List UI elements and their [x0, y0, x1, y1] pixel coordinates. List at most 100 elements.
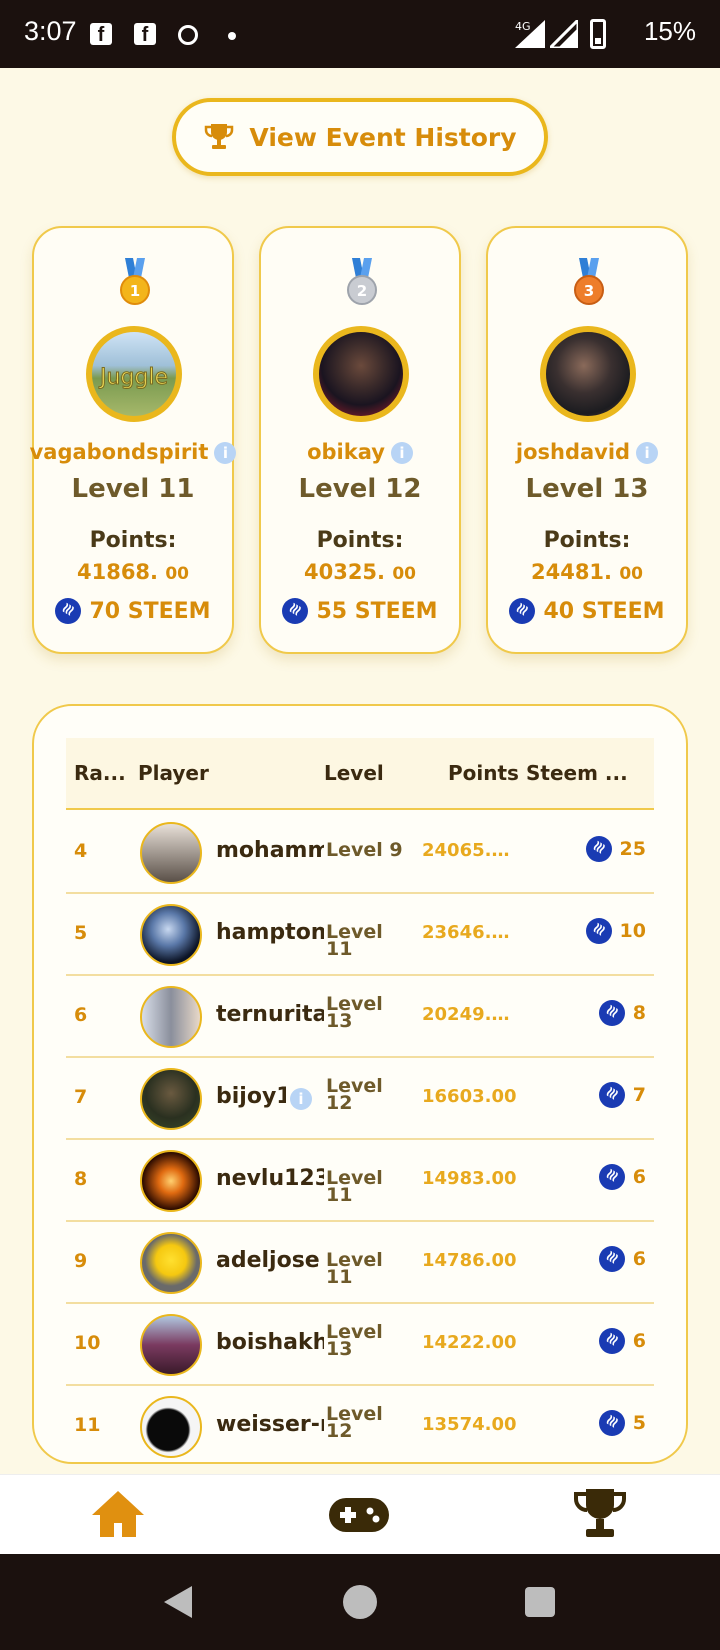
gamepad-icon[interactable]	[328, 1497, 390, 1533]
player-name[interactable]: joshdavid	[516, 440, 630, 464]
podium-card-first[interactable]: 1 Juggle vagabondspirit i Level 11 Points…	[30, 226, 237, 654]
player-name[interactable]: ternuritaj	[216, 1002, 324, 1027]
avatar[interactable]	[140, 1068, 202, 1130]
podium-player-name[interactable]: obikay i	[251, 440, 469, 464]
podium-level: Level 12	[298, 474, 422, 504]
steem-reward: 6	[598, 1246, 646, 1272]
avatar-juggle-image: Juggle	[97, 365, 168, 391]
player-name[interactable]: obikay	[307, 440, 385, 464]
steem-icon	[598, 1082, 625, 1108]
level: Level 12	[326, 1075, 383, 1114]
podium-steem-reward: 70 STEEM	[34, 598, 232, 624]
header-points[interactable]: Points	[448, 761, 519, 785]
avatar[interactable]: Juggle	[86, 326, 182, 422]
table-row[interactable]: 11 weisser-r Level 12 13574.00 5	[66, 1386, 654, 1462]
points-value: 40325.	[303, 560, 386, 584]
avatar[interactable]	[140, 904, 202, 966]
bottom-navigation	[0, 1474, 720, 1554]
avatar[interactable]	[140, 822, 202, 884]
points: 23646.…	[422, 922, 510, 943]
player-name[interactable]: weisser-r	[216, 1412, 324, 1437]
trophy-icon	[205, 124, 234, 149]
podium-points: 40325. 00	[261, 560, 459, 584]
points: 14983.00	[422, 1168, 517, 1189]
points-label: Points:	[316, 528, 404, 553]
trophy-icon[interactable]	[572, 1487, 628, 1541]
level: Level 9	[326, 839, 403, 861]
battery-percent: 15%	[643, 16, 696, 46]
signal-4g-icon: 4G	[515, 20, 545, 48]
battery-icon	[590, 19, 606, 49]
steem-icon	[598, 1410, 625, 1436]
table-row[interactable]: 10 boishakhi Level 13 14222.00 6	[66, 1304, 654, 1386]
player-name[interactable]: hamptonc	[216, 920, 324, 945]
header-level[interactable]: Level	[324, 761, 384, 785]
points: 20249.…	[422, 1004, 510, 1025]
avatar[interactable]	[140, 1396, 202, 1458]
rank: 5	[74, 922, 88, 944]
steem-amount: 5	[632, 1412, 646, 1434]
podium-player-name[interactable]: joshdavid i	[478, 440, 696, 464]
player-name[interactable]: boishakhi	[216, 1330, 324, 1355]
clock: 3:07	[24, 16, 77, 46]
level: Level 12	[326, 1403, 383, 1442]
info-icon[interactable]: i	[636, 442, 659, 464]
points-label: Points:	[89, 528, 177, 553]
points-decimals: 00	[392, 564, 417, 584]
table-row[interactable]: 8 nevlu123 Level 11 14983.00 6	[66, 1140, 654, 1222]
rank: 10	[74, 1332, 101, 1354]
steem-reward: 5	[598, 1410, 646, 1436]
info-icon[interactable]: i	[290, 1088, 312, 1110]
podium-card-second[interactable]: 2 obikayi Level 12 Points: 40325. 00 55 …	[259, 226, 461, 654]
podium-level: Level 11	[71, 474, 195, 504]
podium-card-third[interactable]: 3 joshdavid i Level 13 Points: 24481. 00 …	[486, 226, 688, 654]
points: 16603.00	[422, 1086, 517, 1107]
table-row[interactable]: 7 bijoy1 i Level 12 16603.00 7	[66, 1058, 654, 1140]
player-name[interactable]: nevlu123	[216, 1166, 324, 1191]
home-icon[interactable]	[90, 1489, 146, 1539]
player-name[interactable]: bijoy1	[216, 1084, 286, 1109]
steem-amount: 7	[632, 1084, 646, 1106]
svg-text:2: 2	[357, 282, 367, 300]
player-name[interactable]: mohammed	[216, 838, 324, 863]
avatar[interactable]	[140, 1314, 202, 1376]
table-row[interactable]: 4 mohammed Level 9 24065.… 25	[66, 812, 654, 894]
level: Level 13	[326, 993, 383, 1032]
info-icon[interactable]: i	[214, 442, 237, 464]
steem-icon	[598, 1328, 625, 1354]
rank: 9	[74, 1250, 88, 1272]
level: Level 11	[326, 921, 383, 960]
rank: 8	[74, 1168, 88, 1190]
steem-icon	[55, 598, 82, 624]
table-row[interactable]: 6 ternuritaj Level 13 20249.… 8	[66, 976, 654, 1058]
leaderboard-table[interactable]: Ra... Player Level Points Steem ... 4 mo…	[32, 704, 688, 1464]
recents-icon[interactable]	[524, 1586, 556, 1618]
view-event-history-button[interactable]: View Event History	[172, 98, 548, 176]
steem-icon	[509, 598, 536, 624]
steem-reward: 10	[585, 918, 646, 944]
player-name[interactable]: adeljose	[216, 1248, 324, 1273]
header-player[interactable]: Player	[138, 761, 209, 785]
header-rank[interactable]: Ra...	[74, 761, 126, 785]
steem-amount: 10	[619, 920, 646, 942]
steem-icon	[282, 598, 309, 624]
home-circle-icon[interactable]	[342, 1584, 378, 1620]
avatar[interactable]	[140, 986, 202, 1048]
back-icon[interactable]	[162, 1584, 194, 1620]
avatar[interactable]	[313, 326, 409, 422]
player-name[interactable]: vagabondspirit	[30, 440, 209, 464]
table-row[interactable]: 5 hamptonc Level 11 23646.… 10	[66, 894, 654, 976]
steem-icon	[598, 1164, 625, 1190]
info-icon[interactable]: i	[390, 442, 413, 464]
podium-level: Level 13	[525, 474, 649, 504]
avatar[interactable]	[140, 1232, 202, 1294]
podium-steem-reward: 40 STEEM	[488, 598, 686, 624]
svg-text:3: 3	[584, 282, 594, 300]
avatar[interactable]	[540, 326, 636, 422]
podium-player-name[interactable]: vagabondspirit i	[24, 440, 242, 464]
avatar[interactable]	[140, 1150, 202, 1212]
header-steem[interactable]: Steem ...	[526, 761, 628, 785]
steem-amount: 40 STEEM	[543, 598, 665, 624]
steem-reward: 25	[585, 836, 646, 862]
table-row[interactable]: 9 adeljose Level 11 14786.00 6	[66, 1222, 654, 1304]
